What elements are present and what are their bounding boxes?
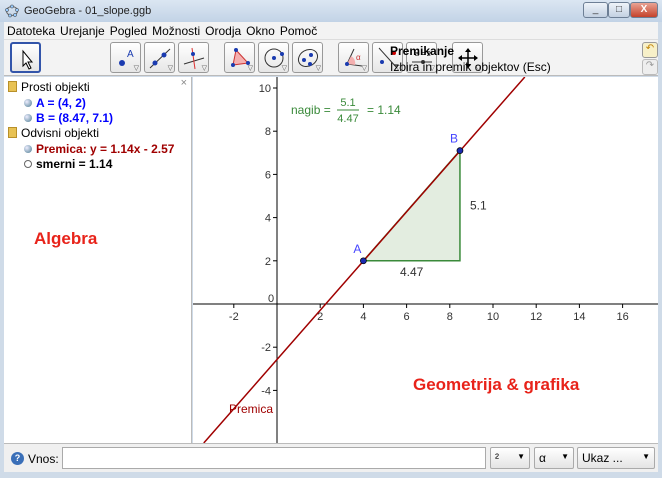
dropdown-value: ² bbox=[495, 451, 499, 465]
maximize-button[interactable]: □ bbox=[608, 2, 630, 18]
run-label: 4.47 bbox=[400, 265, 424, 279]
menu-datoteka[interactable]: Datoteka bbox=[4, 22, 57, 38]
algebra-item-a[interactable]: A = (4, 2) bbox=[24, 96, 86, 110]
x-tick-label: 10 bbox=[487, 311, 499, 323]
close-button[interactable]: X bbox=[630, 2, 658, 18]
menu-okno[interactable]: Okno bbox=[243, 22, 277, 38]
point-label: A bbox=[353, 242, 361, 256]
active-tool-title: Premikanje bbox=[390, 44, 455, 58]
window-title: GeoGebra - 01_slope.ggb bbox=[24, 5, 152, 17]
chevron-down-icon: ▼ bbox=[642, 452, 650, 461]
tool-conic[interactable]: ▽ bbox=[292, 42, 323, 73]
toolbar: A ▽ ▽ ▽ ▽ ▽ ▽ α ▽ ▽ a = 2 ▽ ▽ Premikanje Iz… bbox=[4, 40, 658, 76]
command-input[interactable] bbox=[62, 447, 486, 469]
menu-orodja[interactable]: Orodja bbox=[202, 22, 243, 38]
y-tick-label: 4 bbox=[265, 213, 271, 225]
y-tick-label: -4 bbox=[261, 385, 271, 397]
group-label: Odvisni objekti bbox=[21, 126, 100, 140]
x-tick-label: 8 bbox=[447, 311, 453, 323]
superscript-dropdown[interactable]: ² ▼ bbox=[490, 447, 530, 469]
tool-move[interactable] bbox=[10, 42, 41, 73]
y-tick-label: 6 bbox=[265, 169, 271, 181]
y-tick-label: 10 bbox=[259, 83, 271, 95]
group-free-objects[interactable]: Prosti objekti bbox=[8, 80, 90, 94]
geogebra-logo-icon bbox=[5, 4, 19, 18]
menu-pomoc[interactable]: Pomoč bbox=[277, 22, 319, 38]
slope-result: = 1.14 bbox=[367, 103, 401, 117]
x-tick-label: 14 bbox=[573, 311, 585, 323]
x-tick-label: 16 bbox=[616, 311, 628, 323]
slope-text-prefix: nagib = bbox=[291, 103, 331, 117]
folder-icon bbox=[8, 127, 17, 138]
slope-numerator: 5.1 bbox=[340, 97, 355, 109]
item-text: smerni = 1.14 bbox=[36, 157, 113, 171]
algebra-item-smerni[interactable]: smerni = 1.14 bbox=[24, 157, 112, 171]
minimize-button[interactable]: _ bbox=[583, 2, 608, 18]
slope-denominator: 4.47 bbox=[337, 113, 358, 125]
graphics-overlay-label: Geometrija & grafika bbox=[413, 375, 580, 394]
svg-text:α: α bbox=[356, 53, 361, 62]
greek-dropdown[interactable]: α ▼ bbox=[534, 447, 574, 469]
tool-polygon[interactable]: ▽ bbox=[224, 42, 255, 73]
group-label: Prosti objekti bbox=[21, 80, 90, 94]
active-tool-description: Izbira in premik objektov (Esc) bbox=[390, 60, 551, 74]
algebra-item-premica[interactable]: Premica: y = 1.14x - 2.57 bbox=[24, 142, 174, 156]
item-text: A = (4, 2) bbox=[36, 96, 86, 110]
input-label: Vnos: bbox=[28, 452, 59, 466]
menu-urejanje[interactable]: Urejanje bbox=[57, 22, 107, 38]
chevron-down-icon: ▼ bbox=[517, 452, 525, 461]
dropdown-value: α bbox=[539, 451, 546, 465]
rise-label: 5.1 bbox=[470, 199, 487, 213]
svg-text:A: A bbox=[127, 49, 134, 60]
tool-circle[interactable]: ▽ bbox=[258, 42, 289, 73]
hidden-toggle-icon[interactable] bbox=[24, 160, 32, 168]
tool-angle[interactable]: α ▽ bbox=[338, 42, 369, 73]
redo-button[interactable]: ↷ bbox=[642, 59, 658, 75]
input-bar: ? Vnos: ² ▼ α ▼ Ukaz ... ▼ bbox=[4, 443, 658, 472]
undo-button[interactable]: ↶ bbox=[642, 42, 658, 58]
algebra-item-b[interactable]: B = (8.47, 7.1) bbox=[24, 111, 113, 125]
point-label: B bbox=[450, 132, 458, 146]
algebra-view: × Prosti objekti A = (4, 2) B = (8.47, 7… bbox=[4, 77, 192, 443]
tool-point[interactable]: A ▽ bbox=[110, 42, 141, 73]
x-tick-label: 0 bbox=[268, 293, 274, 305]
algebra-overlay-label: Algebra bbox=[34, 229, 98, 248]
visible-toggle-icon[interactable] bbox=[24, 145, 32, 153]
dropdown-value: Ukaz ... bbox=[582, 451, 623, 465]
visible-toggle-icon[interactable] bbox=[24, 114, 32, 122]
cursor-arrow-icon bbox=[22, 49, 34, 70]
line-label: Premica bbox=[229, 402, 273, 416]
point-A bbox=[360, 257, 367, 265]
x-tick-label: 6 bbox=[404, 311, 410, 323]
close-view-icon[interactable]: × bbox=[181, 77, 187, 89]
command-dropdown[interactable]: Ukaz ... ▼ bbox=[577, 447, 655, 469]
item-text: Premica: y = 1.14x - 2.57 bbox=[36, 142, 175, 156]
undo-icon: ↶ bbox=[645, 43, 655, 54]
x-tick-label: 4 bbox=[360, 311, 366, 323]
item-text: B = (8.47, 7.1) bbox=[36, 111, 114, 125]
y-tick-label: 2 bbox=[265, 256, 271, 268]
tool-line[interactable]: ▽ bbox=[144, 42, 175, 73]
tool-perpendicular[interactable]: ▽ bbox=[178, 42, 209, 73]
x-tick-label: 12 bbox=[530, 311, 542, 323]
redo-icon: ↷ bbox=[645, 60, 655, 71]
y-tick-label: 8 bbox=[265, 126, 271, 138]
y-tick-label: -2 bbox=[261, 342, 271, 354]
menu-bar: Datoteka Urejanje Pogled Možnosti Orodja Okno… bbox=[4, 22, 658, 40]
menu-moznosti[interactable]: Možnosti bbox=[149, 22, 202, 38]
point-B bbox=[456, 147, 464, 154]
chevron-down-icon: ▼ bbox=[561, 452, 569, 461]
help-icon[interactable]: ? bbox=[11, 452, 24, 465]
group-dependent-objects[interactable]: Odvisni objekti bbox=[8, 126, 99, 140]
visible-toggle-icon[interactable] bbox=[24, 99, 32, 107]
title-bar: GeoGebra - 01_slope.ggb _ □ X bbox=[0, 0, 662, 22]
graphics-view[interactable]: -2 0 2 4 6 8 10 12 14 16 10 8 6 4 2 -2 -4 Premica A B 4.47 5.… bbox=[193, 77, 658, 443]
menu-pogled[interactable]: Pogled bbox=[107, 22, 149, 38]
folder-icon bbox=[8, 81, 17, 92]
x-tick-label: -2 bbox=[229, 311, 239, 323]
